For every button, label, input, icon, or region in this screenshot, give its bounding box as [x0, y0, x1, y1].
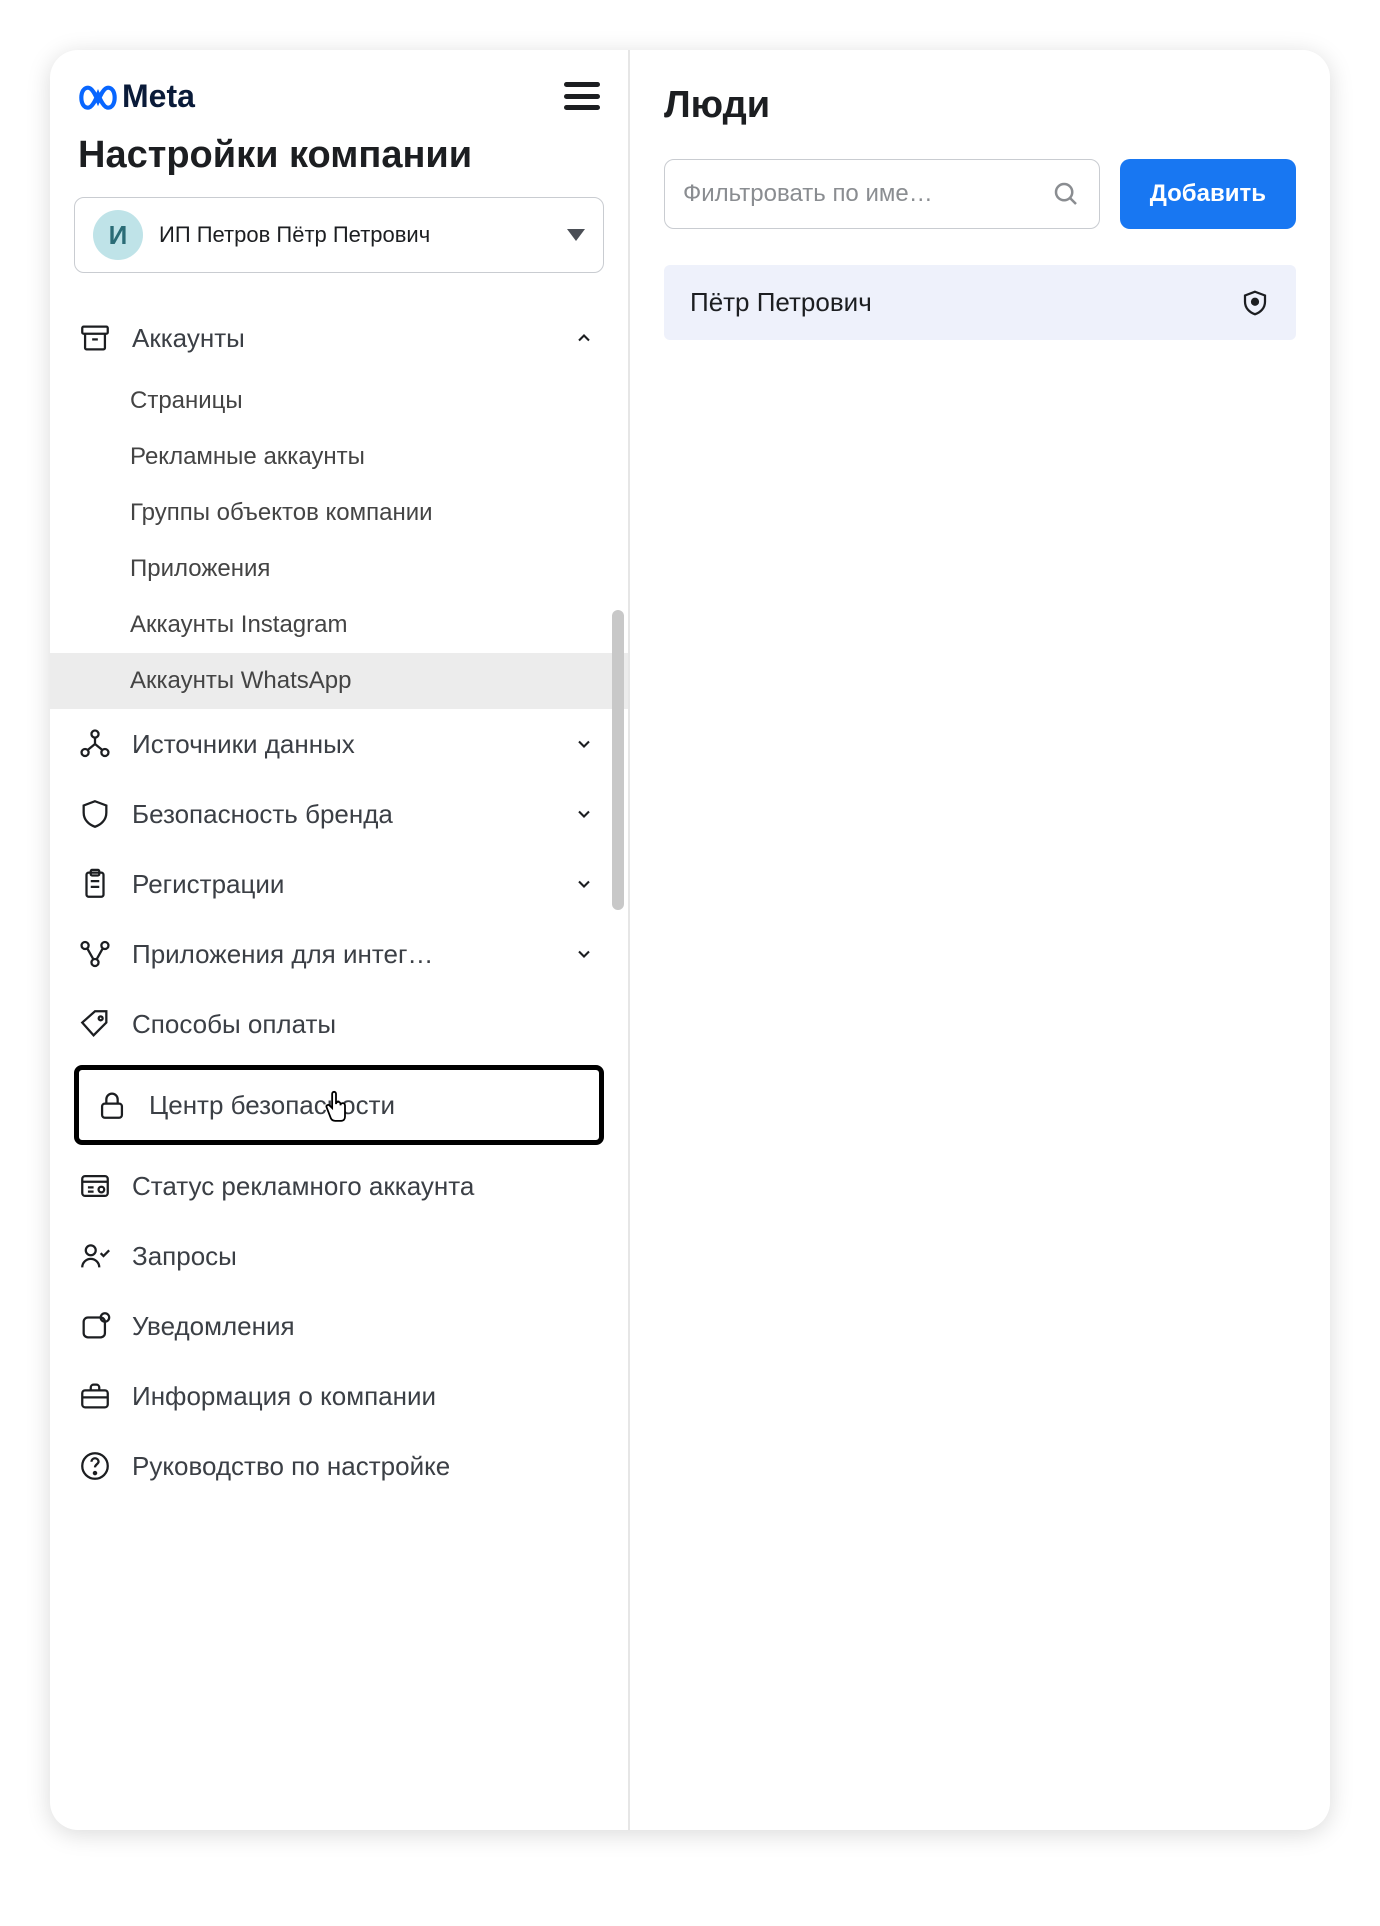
nav-accounts-ads[interactable]: Рекламные аккаунты — [50, 429, 628, 485]
sidebar: Meta Настройки компании И ИП Петров Пётр… — [50, 50, 630, 1830]
nav-payments[interactable]: Способы оплаты — [50, 989, 628, 1059]
chevron-down-icon — [574, 803, 594, 825]
nav-accounts-groups[interactable]: Группы объектов компании — [50, 485, 628, 541]
app-window: Meta Настройки компании И ИП Петров Пётр… — [50, 50, 1330, 1830]
nav-accounts-label: Аккаунты — [132, 323, 554, 354]
archive-box-icon — [78, 321, 112, 355]
account-name: ИП Петров Пётр Петрович — [159, 222, 551, 248]
highlight-security-center: Центр безопасности — [74, 1065, 604, 1145]
hamburger-menu-icon[interactable] — [564, 82, 600, 110]
chevron-down-icon — [574, 733, 594, 755]
nav-ad-account-status[interactable]: Статус рекламного аккаунта — [50, 1151, 628, 1221]
meta-logo[interactable]: Meta — [78, 76, 195, 116]
nav-brand-safety[interactable]: Безопасность бренда — [50, 779, 628, 849]
nav-accounts-pages[interactable]: Страницы — [50, 373, 628, 429]
search-icon — [1051, 179, 1081, 209]
people-toolbar: Добавить — [664, 159, 1296, 229]
people-search-input[interactable] — [683, 180, 1039, 208]
person-check-icon — [78, 1239, 112, 1273]
sidebar-title: Настройки компании — [50, 124, 628, 197]
add-person-button[interactable]: Добавить — [1120, 159, 1296, 229]
nav-requests[interactable]: Запросы — [50, 1221, 628, 1291]
nav-accounts-instagram[interactable]: Аккаунты Instagram — [50, 597, 628, 653]
main-panel: Люди Добавить Пётр Петрович — [630, 50, 1330, 1830]
nav-notifications[interactable]: Уведомления — [50, 1291, 628, 1361]
account-picker[interactable]: И ИП Петров Пётр Петрович — [74, 197, 604, 273]
nav-data-sources[interactable]: Источники данных — [50, 709, 628, 779]
main-title: Люди — [664, 84, 1296, 127]
nav-registrations[interactable]: Регистрации — [50, 849, 628, 919]
price-tag-icon — [78, 1007, 112, 1041]
lock-icon — [95, 1088, 129, 1122]
account-avatar: И — [93, 210, 143, 260]
notification-badge-icon — [78, 1309, 112, 1343]
nav-accounts-apps[interactable]: Приложения — [50, 541, 628, 597]
chevron-down-icon — [574, 943, 594, 965]
person-name: Пётр Петрович — [690, 287, 872, 318]
nodes-icon — [78, 727, 112, 761]
window-list-icon — [78, 1169, 112, 1203]
sidebar-nav: Аккаунты Страницы Рекламные аккаунты Гру… — [50, 303, 628, 1521]
person-row[interactable]: Пётр Петрович — [664, 265, 1296, 340]
caret-down-icon — [567, 229, 585, 241]
clipboard-icon — [78, 867, 112, 901]
shield-icon — [78, 797, 112, 831]
nodes-alt-icon — [78, 937, 112, 971]
shield-badge-icon — [1240, 288, 1270, 318]
question-circle-icon — [78, 1449, 112, 1483]
nav-accounts[interactable]: Аккаунты — [50, 303, 628, 373]
chevron-down-icon — [574, 873, 594, 895]
sidebar-scrollbar[interactable] — [612, 610, 624, 910]
meta-infinity-icon — [78, 76, 118, 116]
chevron-up-icon — [574, 327, 594, 349]
nav-accounts-whatsapp[interactable]: Аккаунты WhatsApp — [50, 653, 628, 709]
briefcase-icon — [78, 1379, 112, 1413]
nav-security-center[interactable]: Центр безопасности — [75, 1070, 599, 1140]
sidebar-header: Meta — [50, 70, 628, 124]
nav-setup-guide[interactable]: Руководство по настройке — [50, 1431, 628, 1501]
brand-text: Meta — [122, 78, 195, 115]
nav-integrations[interactable]: Приложения для интег… — [50, 919, 628, 989]
nav-company-info[interactable]: Информация о компании — [50, 1361, 628, 1431]
people-search[interactable] — [664, 159, 1100, 229]
